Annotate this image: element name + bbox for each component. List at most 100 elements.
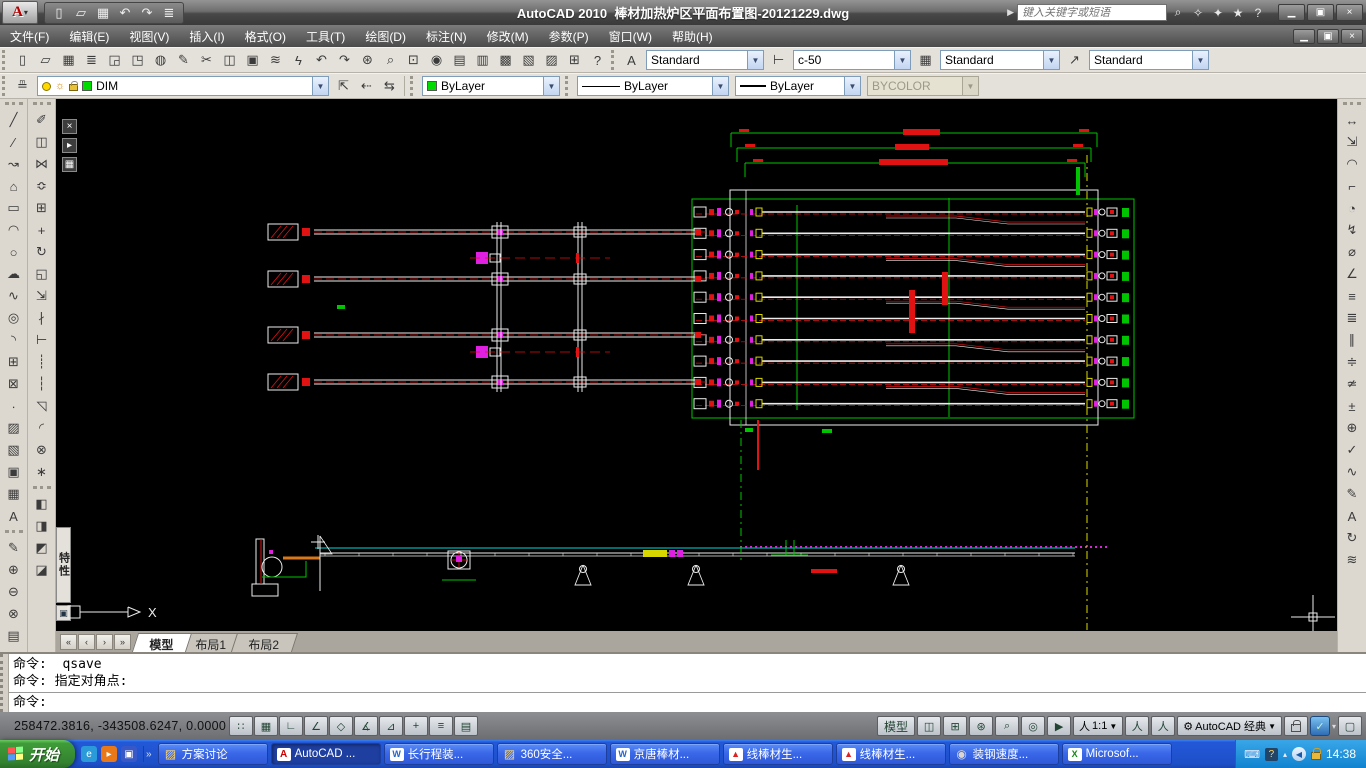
command-history[interactable]: 命令: qsave命令: 指定对角点: bbox=[9, 654, 1366, 693]
taskbar-window-button[interactable]: AutoCAD ... bbox=[271, 743, 381, 765]
layer-properties-manager-icon[interactable]: ≞ bbox=[11, 75, 34, 97]
workspace-switcher[interactable]: ⚙ AutoCAD 经典 ▼ bbox=[1177, 716, 1282, 736]
menu-item[interactable]: 格式(O) bbox=[235, 25, 296, 48]
next-tab-button[interactable]: › bbox=[96, 634, 113, 650]
hide-icons-chevron[interactable]: ◀ bbox=[1292, 747, 1306, 761]
ellipse-arc-icon[interactable]: ◝ bbox=[2, 329, 26, 351]
bring-above-icon[interactable]: ◩ bbox=[30, 537, 54, 559]
save-icon[interactable]: ▦ bbox=[93, 4, 113, 22]
chevron-down-icon[interactable]: ▼ bbox=[312, 77, 328, 95]
layout-tab[interactable]: 模型 bbox=[132, 633, 192, 652]
polar-toggle[interactable]: ∠ bbox=[304, 716, 328, 736]
ie-icon[interactable]: e bbox=[81, 746, 97, 762]
infocenter-search-input[interactable] bbox=[1017, 4, 1167, 21]
join-icon[interactable]: ∗ bbox=[30, 461, 54, 483]
layer-previous-icon[interactable]: ⇠ bbox=[355, 75, 378, 97]
toolbar-grip[interactable] bbox=[33, 102, 51, 107]
auto-annotation-scale-icon[interactable]: 人 bbox=[1151, 716, 1175, 736]
plot-preview-icon[interactable]: ◲ bbox=[103, 49, 126, 71]
continue-dim-icon[interactable]: ∥ bbox=[1340, 329, 1364, 351]
mtext-icon[interactable]: A bbox=[2, 505, 26, 527]
ellipse-icon[interactable]: ◎ bbox=[2, 307, 26, 329]
last-tab-button[interactable]: » bbox=[114, 634, 131, 650]
table-style-combo[interactable]: Standard▼ bbox=[940, 50, 1060, 70]
toolbar-lock-icon[interactable] bbox=[1284, 716, 1308, 736]
new-icon[interactable]: ▯ bbox=[49, 4, 69, 22]
movie-icon[interactable]: ▣ bbox=[121, 746, 137, 762]
plot-icon[interactable]: ≣ bbox=[80, 49, 103, 71]
rotate-icon[interactable]: ↻ bbox=[30, 241, 54, 263]
match-properties-icon[interactable]: ≋ bbox=[264, 49, 287, 71]
table-icon[interactable]: ▦ bbox=[2, 483, 26, 505]
toolbar-grip[interactable] bbox=[2, 50, 9, 70]
hatch-icon[interactable]: ▨ bbox=[2, 417, 26, 439]
quick-view-layouts-icon[interactable]: ◫ bbox=[917, 716, 941, 736]
cut-icon[interactable]: ✂ bbox=[195, 49, 218, 71]
chevron-down-icon[interactable]: ▼ bbox=[543, 77, 559, 95]
coordinates-readout[interactable]: 258472.3816, -343508.6247, 0.0000 bbox=[0, 719, 225, 733]
redo-icon[interactable]: ↷ bbox=[137, 4, 157, 22]
markup-set-icon[interactable]: ▨ bbox=[540, 49, 563, 71]
markup-icon[interactable]: ✎ bbox=[172, 49, 195, 71]
zoom-icon[interactable]: ⌕ bbox=[995, 716, 1019, 736]
make-block-icon[interactable]: ⊠ bbox=[2, 373, 26, 395]
menu-item[interactable]: 视图(V) bbox=[119, 25, 179, 48]
zoom-realtime-icon[interactable]: ⌕ bbox=[379, 49, 402, 71]
steering-wheel-icon[interactable]: ◎ bbox=[1021, 716, 1045, 736]
chevron-down-icon[interactable]: ▼ bbox=[712, 77, 728, 95]
zoom-window-icon[interactable]: ⊡ bbox=[402, 49, 425, 71]
toolbar-grip[interactable] bbox=[410, 76, 417, 96]
showmotion-icon[interactable]: ▶ bbox=[1047, 716, 1071, 736]
array-icon[interactable]: ⊞ bbox=[30, 197, 54, 219]
break-icon[interactable]: ┆ bbox=[30, 373, 54, 395]
subscription-icon[interactable]: ✧ bbox=[1190, 6, 1206, 20]
tool-palettes-icon[interactable]: ▩ bbox=[494, 49, 517, 71]
circle-icon[interactable]: ○ bbox=[2, 241, 26, 263]
doc-restore-button[interactable]: ▣ bbox=[1317, 29, 1339, 44]
tolerance-icon[interactable]: ± bbox=[1340, 395, 1364, 417]
3d-dwf-icon[interactable]: ◍ bbox=[149, 49, 172, 71]
erase-icon[interactable]: ✐ bbox=[30, 109, 54, 131]
copy-icon[interactable]: ◫ bbox=[30, 131, 54, 153]
toolbar-grip[interactable] bbox=[1343, 102, 1361, 107]
undo-icon[interactable]: ↶ bbox=[115, 4, 135, 22]
insert-block-icon[interactable]: ⊞ bbox=[2, 351, 26, 373]
taskbar-window-button[interactable]: 长行程装... bbox=[384, 743, 494, 765]
infocenter-expand-icon[interactable]: ▶ bbox=[1007, 7, 1014, 18]
point-icon[interactable]: ∙ bbox=[2, 395, 26, 417]
chamfer-icon[interactable]: ◹ bbox=[30, 395, 54, 417]
arc-icon[interactable]: ◠ bbox=[2, 219, 26, 241]
toolbar-grip[interactable] bbox=[5, 530, 23, 535]
snap-toggle[interactable]: ∷ bbox=[229, 716, 253, 736]
break-at-point-icon[interactable]: ┊ bbox=[30, 351, 54, 373]
dim-text-edit-icon[interactable]: A bbox=[1340, 505, 1364, 527]
prev-tab-button[interactable]: ‹ bbox=[78, 634, 95, 650]
extend-icon[interactable]: ⊢ bbox=[30, 329, 54, 351]
quick-properties-toggle[interactable]: ▤ bbox=[454, 716, 478, 736]
scale-icon[interactable]: ◱ bbox=[30, 263, 54, 285]
dim-space-icon[interactable]: ≑ bbox=[1340, 351, 1364, 373]
gradient-icon[interactable]: ▧ bbox=[2, 439, 26, 461]
pan-icon[interactable]: ⊛ bbox=[356, 49, 379, 71]
block-editor-icon[interactable]: ϟ bbox=[287, 49, 310, 71]
tray-arrow-icon[interactable]: ▴ bbox=[1283, 750, 1287, 759]
jogged-linear-icon[interactable]: ∿ bbox=[1340, 461, 1364, 483]
tray-help-icon[interactable]: ? bbox=[1265, 748, 1278, 761]
menu-item[interactable]: 标注(N) bbox=[416, 25, 477, 48]
stretch-icon[interactable]: ⇲ bbox=[30, 285, 54, 307]
polygon-icon[interactable]: ⌂ bbox=[2, 175, 26, 197]
undo-icon[interactable]: ↶ bbox=[310, 49, 333, 71]
publish-icon[interactable]: ◳ bbox=[126, 49, 149, 71]
explode-icon[interactable]: ⊗ bbox=[30, 439, 54, 461]
favorites-icon[interactable]: ★ bbox=[1230, 6, 1246, 20]
diameter-dim-icon[interactable]: ⌀ bbox=[1340, 241, 1364, 263]
toolbar-grip[interactable] bbox=[2, 76, 9, 96]
angular-dim-icon[interactable]: ∠ bbox=[1340, 263, 1364, 285]
radius-dim-icon[interactable]: ◔ bbox=[1340, 197, 1364, 219]
minimize-button[interactable]: ▁ bbox=[1278, 4, 1305, 21]
redo-icon[interactable]: ↷ bbox=[333, 49, 356, 71]
move-icon[interactable]: + bbox=[30, 219, 54, 241]
menu-item[interactable]: 编辑(E) bbox=[59, 25, 119, 48]
quick-launch-overflow-icon[interactable]: » bbox=[144, 749, 154, 760]
dyn-toggle[interactable]: + bbox=[404, 716, 428, 736]
